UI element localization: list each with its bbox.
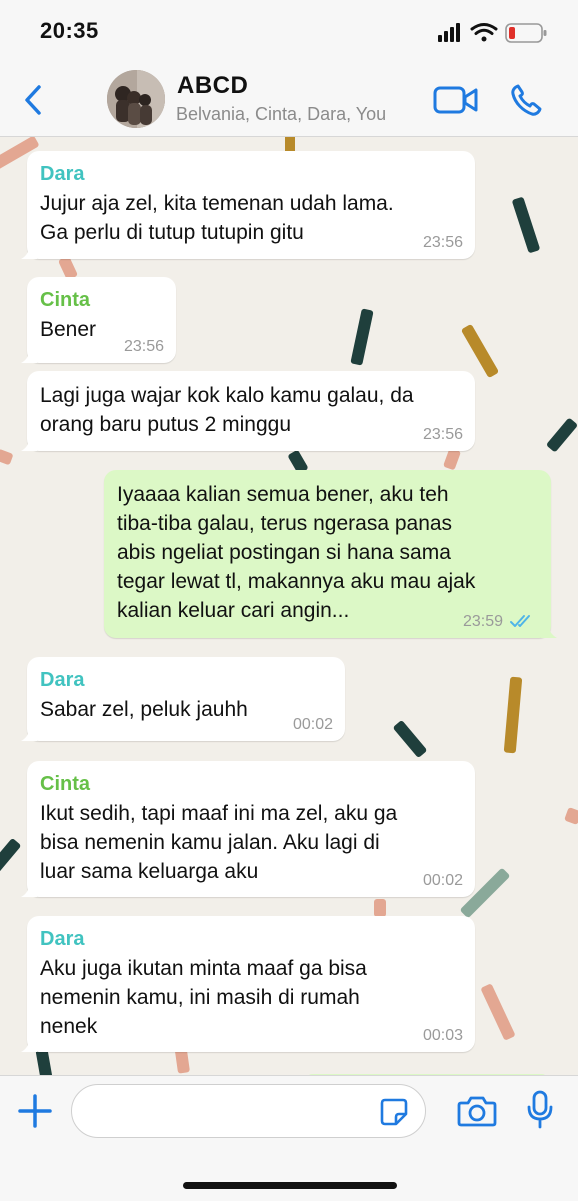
attach-button[interactable] (16, 1092, 54, 1130)
message-bubble-incoming[interactable]: Lagi juga wajar kok kalo kamu galau, da … (21, 371, 475, 451)
group-title[interactable]: ABCD (177, 72, 248, 100)
video-call-button[interactable] (432, 82, 480, 118)
bubble-tail (21, 881, 37, 897)
message-sender[interactable]: Dara (40, 161, 461, 187)
composer-bar (0, 1075, 578, 1201)
message-sender[interactable]: Cinta (40, 771, 461, 797)
signal-icon (438, 23, 460, 42)
status-time: 20:35 (40, 18, 99, 43)
message-text: Jujur aja zel, kita temenan udah lama. G… (40, 192, 394, 244)
status-icons (438, 20, 550, 46)
message-text: Aku juga ikutan minta maaf ga bisa nemen… (40, 957, 367, 1038)
message-text: Sabar zel, peluk jauhh (40, 698, 248, 721)
message-bubble-outgoing[interactable]: Iyaaaa kalian semua bener, aku teh tiba-… (104, 470, 557, 638)
message-input[interactable] (90, 1098, 374, 1122)
bubble-tail (21, 347, 37, 363)
message-text: Lagi juga wajar kok kalo kamu galau, da … (40, 384, 414, 436)
camera-button[interactable] (457, 1094, 497, 1128)
bubble-tail (21, 435, 37, 451)
battery-icon (505, 23, 547, 43)
message-bubble-incoming[interactable]: Dara Sabar zel, peluk jauhh 00:02 (21, 657, 345, 741)
sticker-button[interactable] (379, 1097, 409, 1127)
message-sender[interactable]: Dara (40, 667, 331, 693)
message-text: Ikut sedih, tapi maaf ini ma zel, aku ga… (40, 802, 398, 883)
home-indicator (183, 1182, 397, 1189)
camera-icon (457, 1096, 497, 1127)
video-camera-icon (433, 86, 478, 114)
chevron-left-icon (25, 85, 41, 115)
read-receipt-icon (510, 615, 530, 627)
microphone-icon (527, 1090, 553, 1129)
plus-icon (18, 1094, 52, 1128)
message-bubble-incoming[interactable]: Cinta Bener 23:56 (21, 277, 176, 363)
message-bubble-incoming[interactable]: Dara Aku juga ikutan minta maaf ga bisa … (21, 916, 475, 1052)
message-time: 00:03 (422, 1027, 463, 1044)
message-sender[interactable]: Cinta (40, 287, 162, 313)
message-time: 00:02 (292, 716, 333, 733)
chat-area[interactable]: Dara Jujur aja zel, kita temenan udah la… (0, 137, 578, 1075)
group-avatar[interactable] (107, 70, 165, 128)
message-time: 23:56 (123, 338, 164, 355)
group-members[interactable]: Belvania, Cinta, Dara, You (176, 104, 386, 125)
message-input-field[interactable] (71, 1084, 426, 1138)
message-text: Iyaaaa kalian semua bener, aku teh tiba-… (117, 483, 476, 622)
bubble-tail (21, 725, 37, 741)
message-time: 23:56 (422, 234, 463, 251)
message-time: 00:02 (422, 872, 463, 889)
status-bar: 20:35 (0, 0, 578, 62)
chat-header: ABCD Belvania, Cinta, Dara, You (0, 62, 578, 137)
wifi-icon (470, 23, 498, 42)
bubble-tail (21, 1036, 37, 1052)
message-bubble-incoming[interactable]: Cinta Ikut sedih, tapi maaf ini ma zel, … (21, 761, 475, 897)
back-button[interactable] (20, 82, 48, 118)
voice-message-button[interactable] (525, 1090, 555, 1130)
bubble-tail (21, 243, 37, 259)
bubble-tail (541, 622, 557, 638)
message-time: 23:56 (422, 426, 463, 443)
message-time: 23:59 (462, 613, 503, 630)
voice-call-button[interactable] (509, 82, 547, 118)
sticker-icon (380, 1098, 408, 1126)
phone-icon (511, 84, 542, 116)
message-sender[interactable]: Dara (40, 926, 461, 952)
message-bubble-incoming[interactable]: Dara Jujur aja zel, kita temenan udah la… (21, 151, 475, 259)
